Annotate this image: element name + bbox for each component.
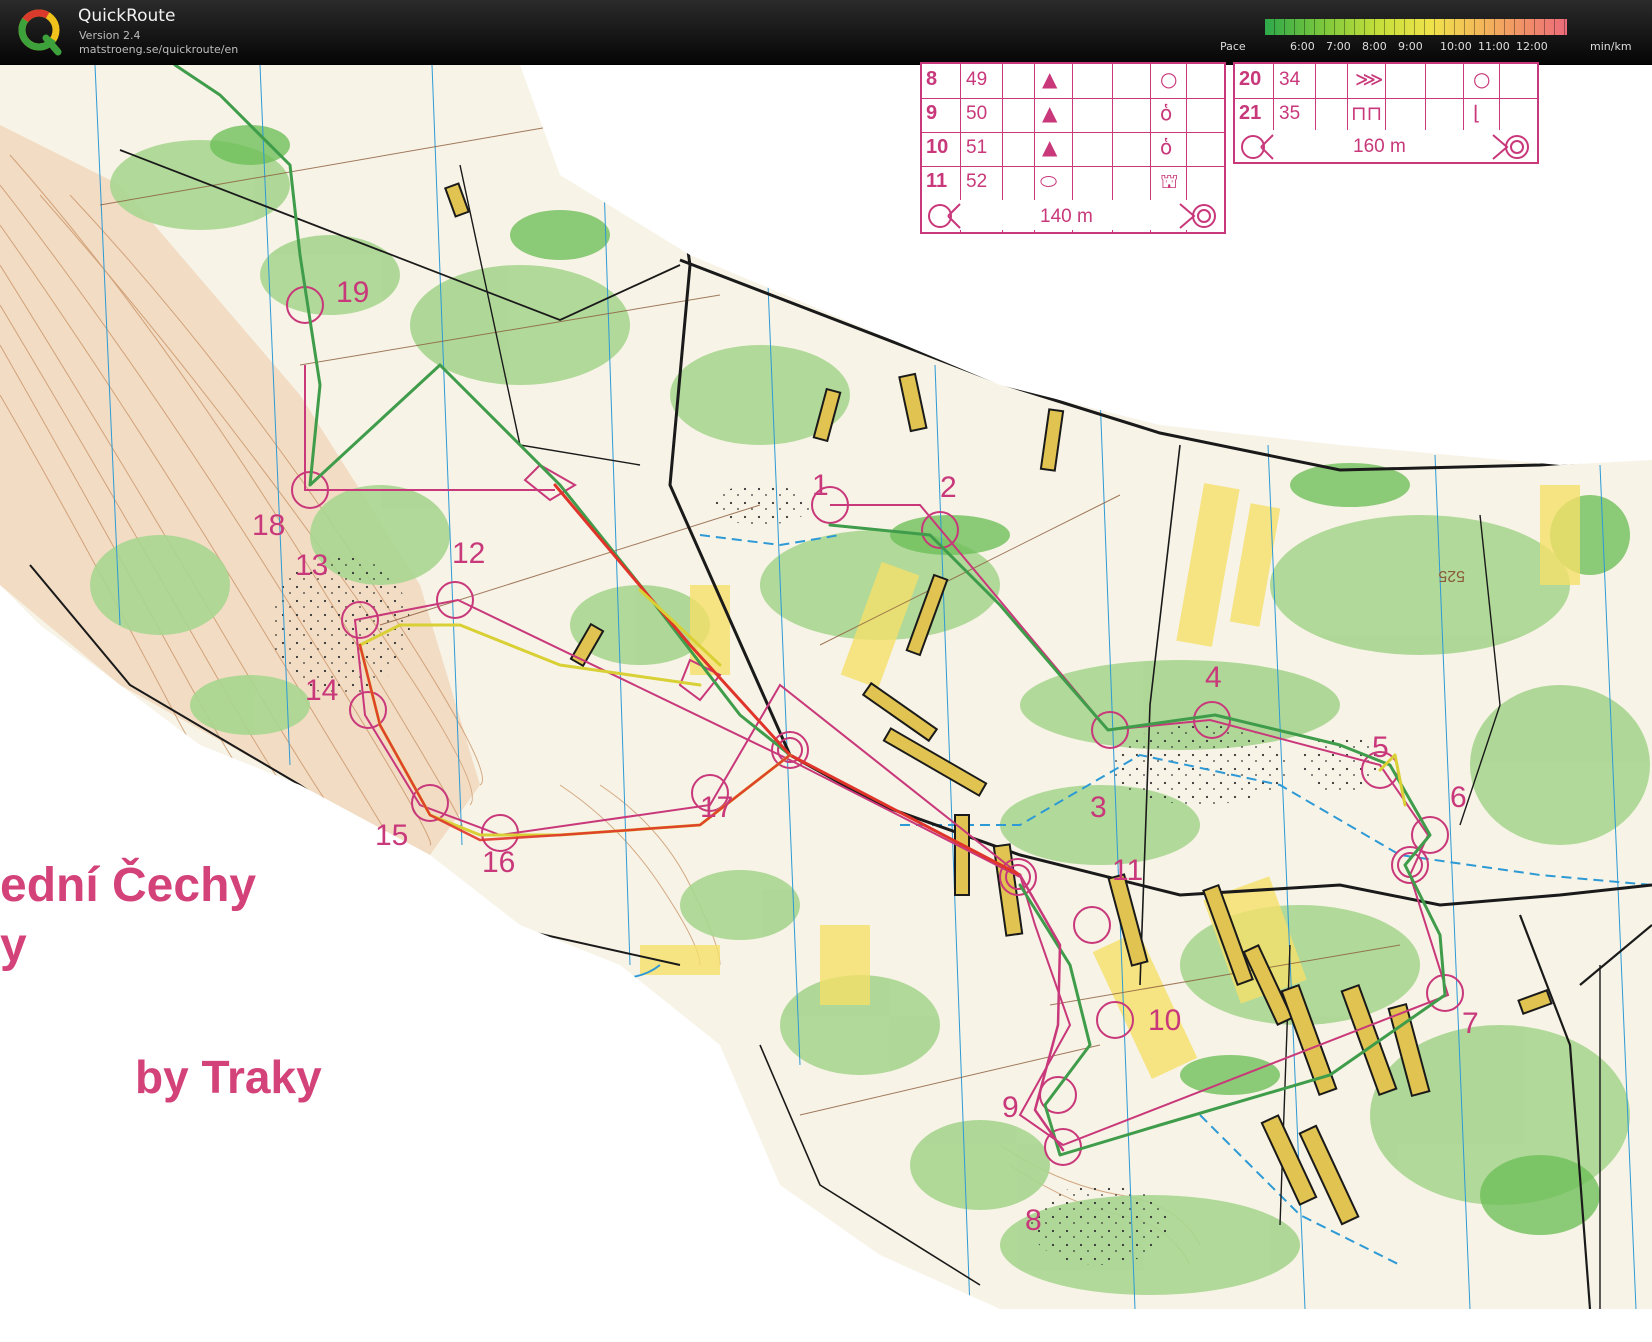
control-label: 3 [1090, 791, 1107, 824]
control-description-row: 10 51 ▲ ὁ [922, 132, 1224, 167]
control-label: 19 [336, 276, 369, 309]
appearance-symbol: ὁ [1160, 135, 1173, 159]
control-number: 9 [926, 102, 938, 124]
terrain [0, 65, 1652, 1309]
orienteering-map[interactable]: 1 2 3 4 5 6 7 8 9 10 11 12 13 14 15 16 1… [0, 65, 1652, 1309]
control-code: 35 [1279, 103, 1301, 124]
control-number: 10 [926, 136, 949, 158]
pace-tick: 10:00 [1440, 40, 1472, 53]
map-region-title: ední Čechy [0, 859, 257, 912]
finish-distance: 160 m [1353, 136, 1406, 157]
finish-distance: 140 m [1040, 206, 1093, 227]
control-description-row: 9 50 ▲ ὁ [922, 98, 1224, 133]
appearance-symbol: ○ [1160, 67, 1178, 91]
control-code: 52 [966, 171, 988, 192]
contour-label: 525 [1438, 567, 1465, 584]
control-description-row: 20 34 ⋙ ○ [1235, 64, 1537, 99]
feature-symbol: ▲ [1042, 101, 1058, 125]
finish-icon [1179, 203, 1216, 229]
control-label: 9 [1002, 1091, 1019, 1124]
control-label: 11 [1112, 854, 1143, 887]
pace-unit: min/km [1590, 40, 1632, 53]
feature-symbol: ▲ [1042, 67, 1058, 91]
control-description-table-left: 8 49 ▲ ○ 9 50 ▲ ὁ 10 51 ▲ ὁ 11 52 ⬭ ⛫ 14… [920, 62, 1226, 234]
map-author: by Traky [135, 1051, 322, 1103]
control-label: 17 [700, 791, 733, 824]
appearance-symbol: ⛫ [1160, 169, 1179, 193]
pace-tick: 8:00 [1362, 40, 1387, 53]
pace-tick: 12:00 [1516, 40, 1548, 53]
appearance-symbol: ○ [1473, 67, 1491, 91]
control-label: 14 [305, 674, 338, 707]
appearance-symbol: ⌊ [1473, 101, 1481, 125]
control-number: 20 [1239, 68, 1262, 90]
control-label: 12 [452, 537, 485, 570]
finish-row: 140 m [922, 200, 1224, 230]
control-label: 10 [1148, 1004, 1181, 1037]
control-label: 15 [375, 819, 408, 852]
control-label: 1 [812, 469, 829, 502]
finish-icon [1492, 134, 1529, 160]
control-number: 21 [1239, 102, 1262, 124]
map-region-subtitle: y [0, 919, 27, 972]
pace-tick: 11:00 [1478, 40, 1510, 53]
control-label: 2 [940, 471, 957, 504]
app-url[interactable]: matstroeng.se/quickroute/en [79, 43, 238, 56]
pace-tick: 7:00 [1326, 40, 1351, 53]
control-label: 4 [1205, 661, 1222, 694]
control-code: 49 [966, 69, 988, 90]
control-description-table-right: 20 34 ⋙ ○ 21 35 ⊓⊓ ⌊ 160 m [1233, 62, 1539, 164]
app-header: QuickRoute Version 2.4 matstroeng.se/qui… [0, 0, 1652, 65]
pace-tick: 9:00 [1398, 40, 1423, 53]
app-title: QuickRoute [78, 6, 176, 26]
control-code: 34 [1279, 69, 1301, 90]
app-version: Version 2.4 [79, 29, 141, 42]
feature-symbol: ⬭ [1040, 169, 1058, 193]
control-label: 6 [1450, 781, 1467, 814]
control-code: 50 [966, 103, 988, 124]
pace-label: Pace [1220, 40, 1246, 53]
control-description-row: 21 35 ⊓⊓ ⌊ [1235, 98, 1537, 133]
feature-symbol: ⊓⊓ [1351, 101, 1383, 125]
control-description-row: 11 52 ⬭ ⛫ [922, 166, 1224, 201]
control-number: 11 [926, 170, 948, 192]
control-number: 8 [926, 68, 938, 90]
finish-row: 160 m [1235, 132, 1537, 162]
control-description-row: 8 49 ▲ ○ [922, 64, 1224, 99]
appearance-symbol: ὁ [1160, 101, 1173, 125]
control-label: 16 [482, 846, 515, 879]
control-label: 8 [1025, 1204, 1042, 1237]
control-label: 5 [1372, 731, 1389, 764]
quickroute-logo-icon [18, 9, 62, 56]
control-code: 51 [966, 137, 988, 158]
feature-symbol: ⋙ [1355, 67, 1384, 91]
start-to-finish-icon [1241, 134, 1274, 160]
feature-symbol: ▲ [1042, 135, 1058, 159]
control-label: 7 [1462, 1007, 1479, 1040]
pace-tick: 6:00 [1290, 40, 1315, 53]
control-label: 13 [295, 549, 328, 582]
control-label: 18 [252, 509, 285, 542]
start-to-finish-icon [928, 203, 961, 229]
pace-color-scale-cells [1265, 19, 1567, 35]
